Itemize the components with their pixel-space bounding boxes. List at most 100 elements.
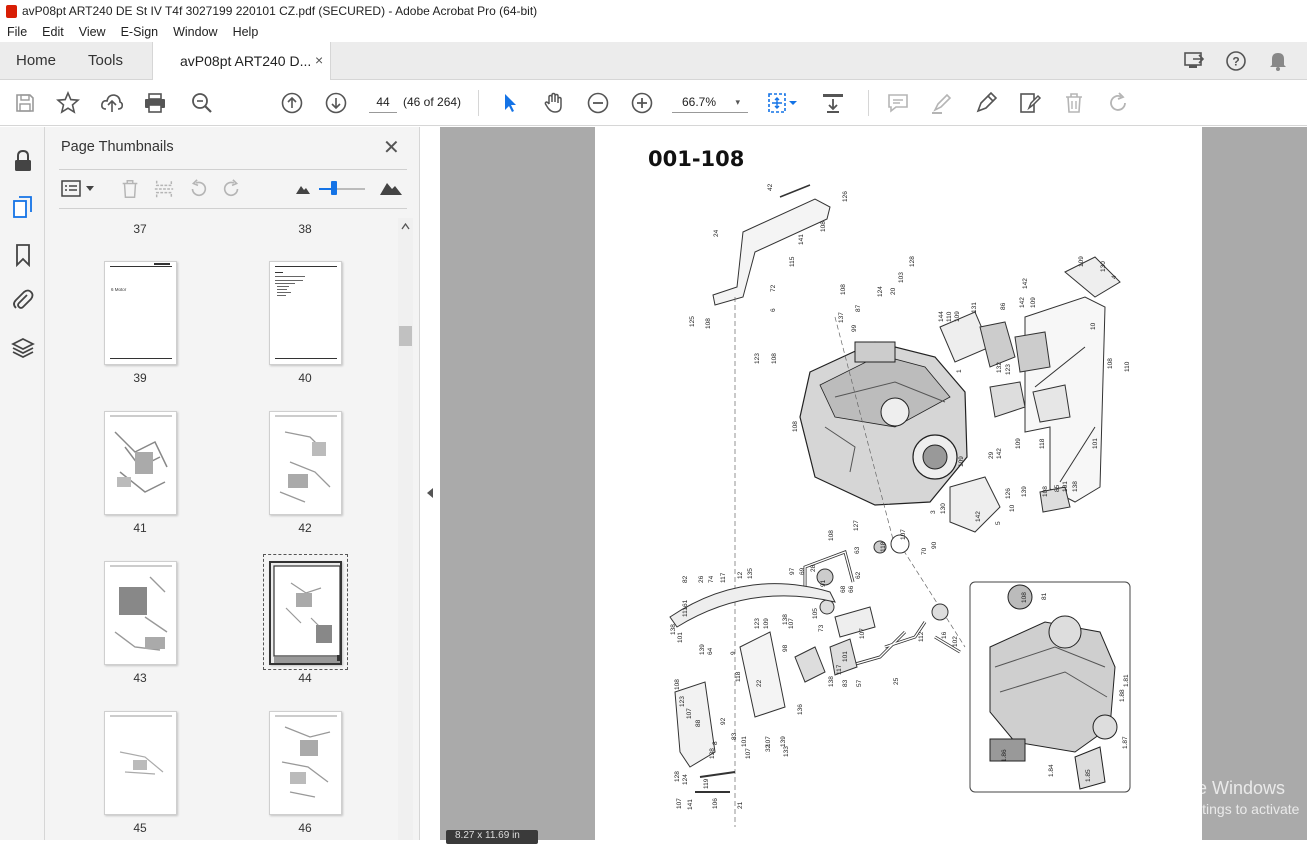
help-icon[interactable]: ? bbox=[1225, 50, 1247, 72]
zoom-out-icon[interactable] bbox=[586, 91, 610, 115]
highlight-pen-icon[interactable] bbox=[930, 91, 954, 115]
zoom-search-icon[interactable] bbox=[190, 91, 214, 115]
redo-icon[interactable] bbox=[1106, 91, 1130, 115]
part-number-label: 141 bbox=[798, 234, 805, 245]
thumbnail-page-44[interactable] bbox=[269, 561, 342, 665]
bookmark-star-icon[interactable] bbox=[56, 91, 80, 115]
attachments-paperclip-icon[interactable] bbox=[11, 288, 35, 312]
part-number-label: 103 bbox=[898, 272, 905, 283]
page-count: (46 of 264) bbox=[403, 95, 462, 109]
tab-tools[interactable]: Tools bbox=[88, 52, 123, 69]
zoom-level-value: 66.7% bbox=[682, 95, 717, 109]
extract-pages-icon[interactable] bbox=[153, 178, 175, 200]
part-number-label: 99 bbox=[851, 324, 858, 332]
fit-page-icon[interactable] bbox=[766, 91, 790, 115]
tab-home[interactable]: Home bbox=[16, 52, 56, 69]
thumbnail-size-slider-handle[interactable] bbox=[331, 181, 337, 195]
part-number-label: 88 bbox=[695, 719, 702, 727]
thumbnail-large-icon[interactable] bbox=[379, 180, 403, 196]
page-number-input[interactable]: 44 bbox=[369, 91, 397, 113]
select-cursor-icon[interactable] bbox=[498, 91, 522, 115]
menu-esign[interactable]: E-Sign bbox=[114, 25, 167, 39]
chevron-down-icon[interactable] bbox=[788, 91, 798, 115]
thumbnail-options-icon[interactable] bbox=[61, 179, 83, 199]
comment-icon[interactable] bbox=[886, 91, 910, 115]
window-title: avP08pt ART240 DE St IV T4f 3027199 2201… bbox=[22, 4, 538, 18]
thumbnail-small-icon[interactable] bbox=[295, 183, 311, 195]
upload-cloud-icon[interactable] bbox=[100, 91, 124, 115]
print-icon[interactable] bbox=[143, 91, 167, 115]
part-number-label: 61 bbox=[682, 599, 689, 607]
lock-icon[interactable] bbox=[11, 149, 35, 173]
part-number-label: 118 bbox=[880, 541, 887, 552]
part-number-label: 106 bbox=[712, 798, 719, 809]
activate-windows-watermark: Activate Windows bbox=[1143, 778, 1286, 798]
thumbnail-page-number: 37 bbox=[133, 222, 147, 236]
part-number-label: 64 bbox=[707, 647, 714, 655]
layers-icon[interactable] bbox=[11, 336, 35, 360]
thumbnail-page-number: 43 bbox=[133, 671, 147, 685]
scrollbar-thumb[interactable] bbox=[399, 326, 412, 346]
save-icon[interactable] bbox=[13, 91, 37, 115]
part-number-label: 109 bbox=[1078, 256, 1085, 267]
toolbar-divider bbox=[478, 90, 479, 116]
rotate-clockwise-icon[interactable] bbox=[221, 178, 243, 200]
rotate-counterclockwise-icon[interactable] bbox=[187, 178, 209, 200]
part-number-label: 42 bbox=[767, 183, 774, 191]
part-number-label: 1.85 bbox=[1085, 769, 1092, 782]
edit-pdf-icon[interactable] bbox=[1018, 91, 1042, 115]
bookmarks-icon[interactable] bbox=[11, 243, 35, 267]
menu-edit[interactable]: Edit bbox=[35, 25, 72, 39]
draw-pen-icon[interactable] bbox=[974, 91, 998, 115]
thumbnail-page-39[interactable]: 6 Motor bbox=[104, 261, 177, 365]
part-number-label: 123 bbox=[754, 353, 761, 364]
collapse-panel-arrow-icon[interactable] bbox=[426, 487, 434, 499]
part-number-label: 22 bbox=[756, 679, 763, 687]
thumbnail-page-46[interactable] bbox=[269, 711, 342, 815]
thumbnail-page-41[interactable] bbox=[104, 411, 177, 515]
menu-view[interactable]: View bbox=[72, 25, 114, 39]
part-number-label: 12 bbox=[737, 571, 744, 579]
part-number-label: 1.87 bbox=[1122, 736, 1129, 749]
zoom-in-icon[interactable] bbox=[630, 91, 654, 115]
part-number-label: 108 bbox=[1107, 358, 1114, 369]
part-number-label: 62 bbox=[855, 571, 862, 579]
tab-close-button[interactable]: × bbox=[315, 52, 323, 68]
part-number-label: 4 bbox=[1111, 275, 1118, 279]
scroll-mode-icon[interactable] bbox=[821, 91, 845, 115]
menu-bar: File Edit View E-Sign Window Help bbox=[0, 22, 1307, 42]
previous-page-icon[interactable] bbox=[280, 91, 304, 115]
chevron-down-icon[interactable] bbox=[85, 184, 95, 194]
hand-tool-icon[interactable] bbox=[542, 91, 566, 115]
part-number-label: 109 bbox=[763, 618, 770, 629]
thumbnail-page-43[interactable] bbox=[104, 561, 177, 665]
thumbnail-page-45[interactable] bbox=[104, 711, 177, 815]
tab-document[interactable]: avP08pt ART240 D... × bbox=[152, 42, 331, 80]
panel-close-button[interactable]: ✕ bbox=[383, 135, 400, 160]
part-number-label: 86 bbox=[1000, 302, 1007, 310]
panel-collapse-strip[interactable] bbox=[420, 127, 440, 840]
scroll-up-arrow-icon[interactable] bbox=[401, 223, 410, 230]
part-number-label: 130 bbox=[940, 503, 947, 514]
menu-file[interactable]: File bbox=[0, 25, 35, 39]
share-screen-icon[interactable] bbox=[1183, 50, 1207, 72]
part-number-label: 1.81 bbox=[1123, 674, 1130, 687]
part-number-label: 108 bbox=[840, 284, 847, 295]
thumbnail-page-42[interactable] bbox=[269, 411, 342, 515]
document-viewer[interactable]: 001-108 42 126 24 108 141 115 72 6 137 1… bbox=[440, 127, 1307, 844]
part-number-label: 90 bbox=[931, 541, 938, 549]
delete-trash-icon[interactable] bbox=[1062, 91, 1086, 115]
menu-window[interactable]: Window bbox=[166, 25, 225, 39]
menu-help[interactable]: Help bbox=[226, 25, 267, 39]
thumbnail-page-40[interactable] bbox=[269, 261, 342, 365]
pdf-icon bbox=[6, 4, 17, 18]
part-number-label: 115 bbox=[789, 256, 796, 267]
thumbnail-scrollbar[interactable] bbox=[398, 218, 413, 840]
part-number-label: 85 bbox=[1054, 484, 1061, 492]
page-thumbnails-icon[interactable] bbox=[11, 195, 35, 219]
delete-page-icon[interactable] bbox=[119, 178, 141, 200]
notifications-bell-icon[interactable] bbox=[1268, 50, 1288, 72]
next-page-icon[interactable] bbox=[324, 91, 348, 115]
zoom-level-dropdown[interactable]: 66.7% ▾ bbox=[672, 91, 748, 113]
part-number-label: 32 bbox=[765, 744, 772, 752]
